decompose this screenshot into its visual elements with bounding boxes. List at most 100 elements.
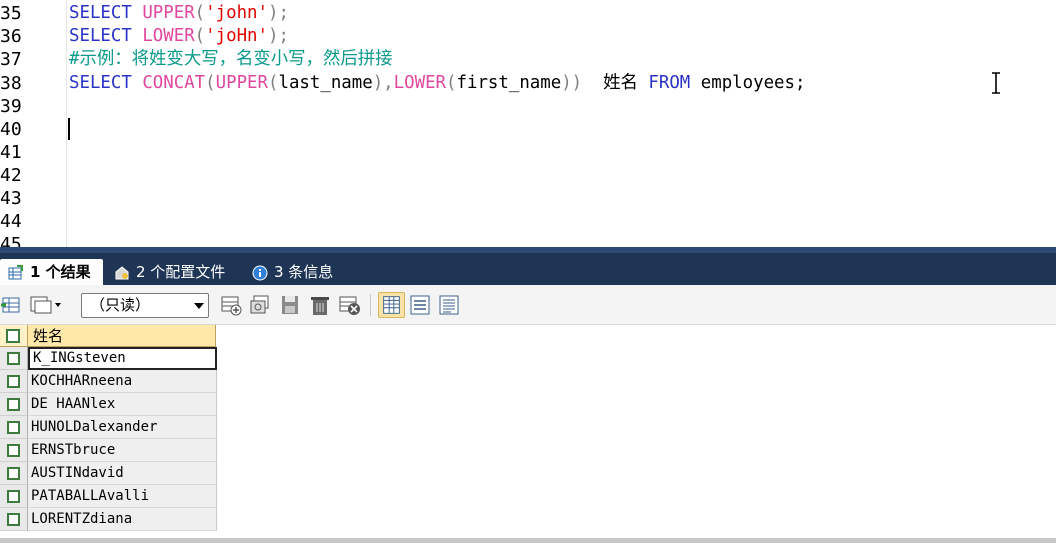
result-tab-bar: 1 个结果 2 个配置文件 3 条信息 bbox=[0, 247, 1056, 285]
table-cell[interactable]: AUSTINdavid bbox=[28, 462, 217, 485]
checkbox-icon bbox=[7, 513, 20, 526]
grid-view-icon[interactable] bbox=[378, 292, 405, 318]
paren: ), bbox=[372, 73, 394, 93]
function-name: LOWER bbox=[393, 73, 447, 93]
edit-mode-select[interactable]: （只读） bbox=[81, 293, 209, 318]
tab-results[interactable]: 1 个结果 bbox=[0, 259, 103, 285]
function-name: CONCAT bbox=[142, 73, 206, 93]
form-view-icon[interactable] bbox=[408, 293, 432, 317]
table-name: employees; bbox=[700, 73, 806, 93]
column-alias: 姓名 bbox=[603, 73, 638, 93]
paren: ( bbox=[267, 73, 279, 93]
checkbox-icon bbox=[6, 329, 20, 343]
column-name: first_name bbox=[456, 73, 562, 93]
table-row[interactable]: AUSTINdavid bbox=[0, 462, 217, 485]
checkbox-icon bbox=[7, 444, 20, 457]
row-select-header[interactable] bbox=[0, 325, 28, 347]
gutter-divider bbox=[66, 0, 67, 247]
table-cell[interactable]: KOCHHARneena bbox=[28, 370, 217, 393]
line-number: 44 bbox=[0, 211, 22, 232]
function-name: LOWER bbox=[142, 26, 195, 46]
row-checkbox[interactable] bbox=[0, 508, 28, 531]
line-number-gutter: 35 36 37 38 39 40 41 42 43 44 45 bbox=[0, 0, 50, 247]
text-caret bbox=[68, 118, 70, 140]
line-number: 43 bbox=[0, 188, 22, 209]
row-checkbox[interactable] bbox=[0, 485, 28, 508]
copy-rows-icon[interactable] bbox=[28, 293, 66, 317]
ibeam-cursor-icon bbox=[992, 72, 1000, 94]
result-grid-icon bbox=[8, 265, 23, 280]
row-checkbox[interactable] bbox=[0, 347, 28, 370]
paren: ); bbox=[267, 26, 289, 46]
toolbar-separator bbox=[370, 294, 371, 316]
table-row[interactable]: DE HAANlex bbox=[0, 393, 217, 416]
tab-label: 1 个结果 bbox=[30, 263, 91, 281]
function-name: UPPER bbox=[215, 73, 268, 93]
string-literal: 'john' bbox=[205, 3, 268, 23]
line-number: 36 bbox=[0, 26, 22, 47]
table-cell[interactable]: DE HAANlex bbox=[28, 393, 217, 416]
row-checkbox[interactable] bbox=[0, 416, 28, 439]
sql-editor[interactable]: 35 36 37 38 39 40 41 42 43 44 45 SELECT … bbox=[0, 0, 1056, 247]
export-icon[interactable] bbox=[0, 293, 24, 317]
checkbox-icon bbox=[7, 467, 20, 480]
duplicate-row-icon[interactable] bbox=[248, 293, 272, 317]
column-name: last_name bbox=[278, 73, 373, 93]
code-line-36[interactable]: SELECT LOWER('joHn'); bbox=[69, 25, 289, 48]
table-row[interactable]: PATABALLAvalli bbox=[0, 485, 217, 508]
result-grid: 姓名 K_INGsteven KOCHHARneena DE HAANlex H… bbox=[0, 325, 1056, 543]
line-number: 45 bbox=[0, 234, 22, 247]
paren: )) bbox=[561, 73, 583, 93]
result-toolbar: （只读） bbox=[0, 285, 1056, 325]
paren: ( bbox=[194, 3, 206, 23]
table-row[interactable]: ERNSTbruce bbox=[0, 439, 217, 462]
row-checkbox[interactable] bbox=[0, 393, 28, 416]
paren: ( bbox=[446, 73, 457, 93]
delete-icon[interactable] bbox=[308, 293, 332, 317]
checkbox-icon bbox=[7, 490, 20, 503]
tab-messages[interactable]: 3 条信息 bbox=[244, 259, 344, 285]
keyword: SELECT bbox=[69, 26, 132, 46]
tab-profiles[interactable]: 2 个配置文件 bbox=[106, 259, 240, 285]
code-line-37-comment[interactable]: #示例：将姓变大写，名变小写，然后拼接 bbox=[69, 48, 393, 71]
table-row[interactable]: HUNOLDalexander bbox=[0, 416, 217, 439]
table-cell[interactable]: ERNSTbruce bbox=[28, 439, 217, 462]
checkbox-icon bbox=[7, 375, 20, 388]
row-checkbox[interactable] bbox=[0, 462, 28, 485]
keyword: SELECT bbox=[69, 73, 132, 93]
table-row[interactable]: LORENTZdiana bbox=[0, 508, 217, 531]
checkbox-icon bbox=[7, 421, 20, 434]
tab-label: 3 条信息 bbox=[274, 263, 334, 281]
table-cell[interactable]: K_INGsteven bbox=[28, 347, 217, 370]
code-line-38[interactable]: SELECT CONCAT(UPPER(last_name),LOWER(fir… bbox=[69, 72, 805, 95]
discard-icon[interactable] bbox=[338, 293, 362, 317]
keyword: FROM bbox=[648, 73, 691, 93]
code-line-35[interactable]: SELECT UPPER('john'); bbox=[69, 2, 289, 25]
table-row[interactable]: K_INGsteven bbox=[0, 347, 217, 370]
checkbox-icon bbox=[7, 398, 20, 411]
table-cell[interactable]: PATABALLAvalli bbox=[28, 485, 217, 508]
info-icon bbox=[252, 265, 268, 281]
line-number: 37 bbox=[0, 49, 22, 70]
row-checkbox[interactable] bbox=[0, 439, 28, 462]
add-row-icon[interactable] bbox=[219, 293, 243, 317]
paren: ( bbox=[194, 26, 206, 46]
function-name: UPPER bbox=[142, 3, 195, 23]
text-view-icon[interactable] bbox=[437, 293, 461, 317]
table-row[interactable]: KOCHHARneena bbox=[0, 370, 217, 393]
line-number: 42 bbox=[0, 165, 22, 186]
line-number: 38 bbox=[0, 73, 22, 94]
status-bar bbox=[0, 538, 1056, 543]
checkbox-icon bbox=[7, 352, 20, 365]
keyword: SELECT bbox=[69, 3, 132, 23]
line-number: 35 bbox=[0, 3, 22, 24]
string-literal: 'joHn' bbox=[205, 26, 268, 46]
column-header-name[interactable]: 姓名 bbox=[28, 325, 216, 347]
row-checkbox[interactable] bbox=[0, 370, 28, 393]
chevron-down-icon bbox=[194, 303, 204, 309]
edit-mode-value: （只读） bbox=[90, 296, 151, 314]
tab-label: 2 个配置文件 bbox=[136, 263, 226, 281]
table-cell[interactable]: HUNOLDalexander bbox=[28, 416, 217, 439]
table-cell[interactable]: LORENTZdiana bbox=[28, 508, 217, 531]
save-icon[interactable] bbox=[278, 293, 302, 317]
